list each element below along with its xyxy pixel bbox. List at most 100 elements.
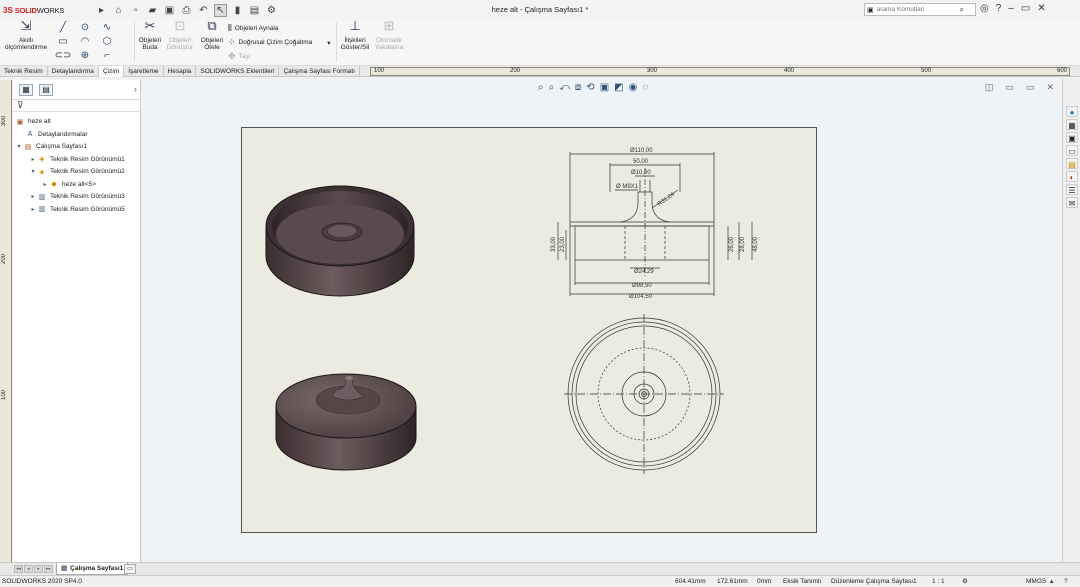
isometric-view-top[interactable] xyxy=(265,185,415,297)
restore-icon[interactable]: ▭ xyxy=(1021,3,1030,14)
doc-close-icon[interactable]: ✕ xyxy=(1046,82,1054,93)
dim-radius[interactable]: R31,24 xyxy=(657,191,677,207)
sheet-tab-active[interactable]: ▤ Çalışma Sayfası1 xyxy=(56,563,129,575)
rotate-view-icon[interactable]: ⟲ xyxy=(586,82,594,93)
home-icon[interactable]: ⌂ xyxy=(112,4,125,17)
file-explorer-icon[interactable]: ▣ xyxy=(1066,132,1078,143)
mirror-entities-button[interactable]: ⫴ Objeleri Aynala xyxy=(228,23,278,34)
next-sheet-icon[interactable]: ▸ xyxy=(34,565,43,573)
search-icon[interactable]: ⌕ xyxy=(960,5,964,15)
tree-item-annotations[interactable]: A Detaylandırmalar xyxy=(13,129,140,142)
tree-item-root[interactable]: ▣ heze alt xyxy=(13,116,140,129)
collapse-arrow-icon[interactable]: ▾ xyxy=(15,141,23,154)
dropdown-arrow-icon[interactable]: ▾ xyxy=(327,39,330,47)
open-folder-icon[interactable]: ▰ xyxy=(146,4,159,17)
resources-icon[interactable]: ● xyxy=(1066,106,1078,117)
collapse-arrow-icon[interactable]: ▾ xyxy=(29,166,37,179)
units-dropdown-icon[interactable]: ▴ xyxy=(1050,576,1053,587)
tab-cizim[interactable]: Çizim xyxy=(98,66,125,77)
move-entities-button[interactable]: ✥ Taşı xyxy=(228,51,250,62)
dim-d10[interactable]: Ø10,00 xyxy=(631,170,651,176)
search-input[interactable] xyxy=(876,6,957,13)
save-icon[interactable]: ▣ xyxy=(163,4,176,17)
doc-tile-icon[interactable]: ▭ xyxy=(1005,82,1014,93)
tab-detaylandirma[interactable]: Detaylandırma xyxy=(48,66,99,77)
new-document-icon[interactable]: ▫ xyxy=(129,4,142,17)
zoom-to-area-icon[interactable]: ⌕ xyxy=(549,82,555,93)
point-tool-icon[interactable]: ⊕ xyxy=(74,50,96,64)
dim-h28[interactable]: 28,00 xyxy=(740,236,746,252)
chevron-right-icon[interactable]: › xyxy=(134,84,137,94)
dim-d110[interactable]: Ø110,00 xyxy=(630,148,653,154)
prev-sheet-icon[interactable]: ◂ xyxy=(24,565,33,573)
appearance-icon[interactable]: ◌ xyxy=(642,82,648,93)
expand-arrow-icon[interactable]: ▸ xyxy=(29,154,37,167)
fillet-tool-icon[interactable]: ⌐ xyxy=(96,50,118,64)
auto-repair-button[interactable]: ⊞ Otomatik Yakalama xyxy=(372,19,406,51)
tree-item-part[interactable]: ▸ ◆ heze alt<5> xyxy=(13,179,140,192)
solidworks-logo[interactable]: 3S SOLIDWORKS xyxy=(3,6,73,15)
command-search[interactable]: ▣ ⌕ xyxy=(864,3,976,16)
tree-item-sheet[interactable]: ▾ ▤ Çalışma Sayfası1 xyxy=(13,141,140,154)
doc-minimize-icon[interactable]: ◫ xyxy=(985,82,994,93)
sheet-scale[interactable]: 1 : 1 xyxy=(932,576,945,587)
view-orientation-icon[interactable]: ▣ xyxy=(600,82,609,93)
tree-item-view3[interactable]: ▸ ▥ Teknik Resim Görünümü3 xyxy=(13,191,140,204)
doc-restore-icon[interactable]: ▭ xyxy=(1026,82,1035,93)
polygon-tool-icon[interactable]: ⬡ xyxy=(96,36,118,50)
display-delete-relations-button[interactable]: ⊥ İlişkileri Göster/Sil xyxy=(338,19,372,51)
first-sheet-icon[interactable]: ◂◂ xyxy=(14,565,23,573)
front-view[interactable] xyxy=(557,152,753,296)
expand-arrow-icon[interactable]: ▸ xyxy=(29,191,37,204)
close-icon[interactable]: ✕ xyxy=(1037,3,1045,14)
dim-h26[interactable]: 26,00 xyxy=(729,236,735,252)
property-manager-tab-icon[interactable]: ▤ xyxy=(39,83,53,96)
offset-entities-button[interactable]: ⧉ Objeleri Ötele xyxy=(198,19,226,51)
arc-tool-icon[interactable]: ◠ xyxy=(74,36,96,50)
top-view[interactable] xyxy=(564,314,724,474)
select-pointer-icon[interactable]: ↖ xyxy=(214,3,227,17)
slot-tool-icon[interactable]: ⊂⊃ xyxy=(52,50,74,64)
drawing-sheet[interactable]: Ø110,00 50,00 Ø10,00 Ø M9X1 R31,24 33,00… xyxy=(241,127,817,533)
menu-expand-icon[interactable]: ▸ xyxy=(95,4,108,17)
dim-h23[interactable]: 23,00 xyxy=(560,236,566,252)
tab-solidworks-eklentileri[interactable]: SOLIDWORKS Eklentileri xyxy=(196,66,280,77)
last-sheet-icon[interactable]: ▸▸ xyxy=(44,565,53,573)
dim-d24[interactable]: Ø24,29 xyxy=(634,269,654,275)
options-gear-icon[interactable]: ⚙ xyxy=(265,4,278,17)
tab-hesapla[interactable]: Hesapla xyxy=(164,66,197,77)
filter-icon[interactable]: ⊽ xyxy=(13,100,140,112)
isometric-view-bottom[interactable] xyxy=(275,373,417,471)
dim-d104[interactable]: Ø104,50 xyxy=(629,294,653,300)
minimize-icon[interactable]: – xyxy=(1008,3,1014,14)
linear-pattern-button[interactable]: ⁘ Doğrusal Çizim Çoğaltma ▾ xyxy=(228,37,331,48)
tree-item-view5[interactable]: ▸ ▥ Teknik Resim Görünümü5 xyxy=(13,204,140,217)
line-tool-icon[interactable]: ╱ xyxy=(52,22,74,36)
rectangle-tool-icon[interactable]: ▭ xyxy=(52,36,74,50)
print-icon[interactable]: ⎙ xyxy=(180,4,193,17)
tree-item-view1[interactable]: ▸ ◈ Teknik Resim Görünümü1 xyxy=(13,154,140,167)
tree-item-view2[interactable]: ▾ ◈ Teknik Resim Görünümü2 xyxy=(13,166,140,179)
custom-properties-icon[interactable]: ☰ xyxy=(1066,184,1078,195)
expand-arrow-icon[interactable]: ▸ xyxy=(29,204,37,217)
dim-m9[interactable]: Ø M9X1 xyxy=(616,184,639,190)
help-icon[interactable]: ? xyxy=(996,3,1002,14)
forum-icon[interactable]: ✉ xyxy=(1066,197,1078,208)
folder-icon[interactable]: ▭ xyxy=(1066,145,1078,156)
file-properties-icon[interactable]: ▤ xyxy=(248,4,261,17)
unit-system[interactable]: MMGS xyxy=(1026,576,1046,587)
dim-h33[interactable]: 33,00 xyxy=(551,236,557,252)
design-library-icon[interactable]: ▦ xyxy=(1066,119,1078,130)
spline-tool-icon[interactable]: ∿ xyxy=(96,22,118,36)
appearances-icon[interactable]: ◐ xyxy=(1066,171,1078,182)
section-view-icon[interactable]: ⧈ xyxy=(575,82,581,93)
dim-d50[interactable]: 50,00 xyxy=(633,159,649,165)
trim-entities-button[interactable]: ✂ Objeleri Buda xyxy=(136,19,164,51)
view-palette-icon[interactable]: ▤ xyxy=(1066,158,1078,169)
display-style-icon[interactable]: ◩ xyxy=(614,82,623,93)
user-icon[interactable]: ◎ xyxy=(980,3,989,14)
rebuild-status-icon[interactable]: ⚙ xyxy=(962,576,968,587)
feature-manager-tab-icon[interactable]: ▦ xyxy=(19,83,33,96)
expand-arrow-icon[interactable]: ▸ xyxy=(41,179,49,192)
tab-calisma-sayfasi-formati[interactable]: Çalışma Sayfası Formatı xyxy=(279,66,360,77)
